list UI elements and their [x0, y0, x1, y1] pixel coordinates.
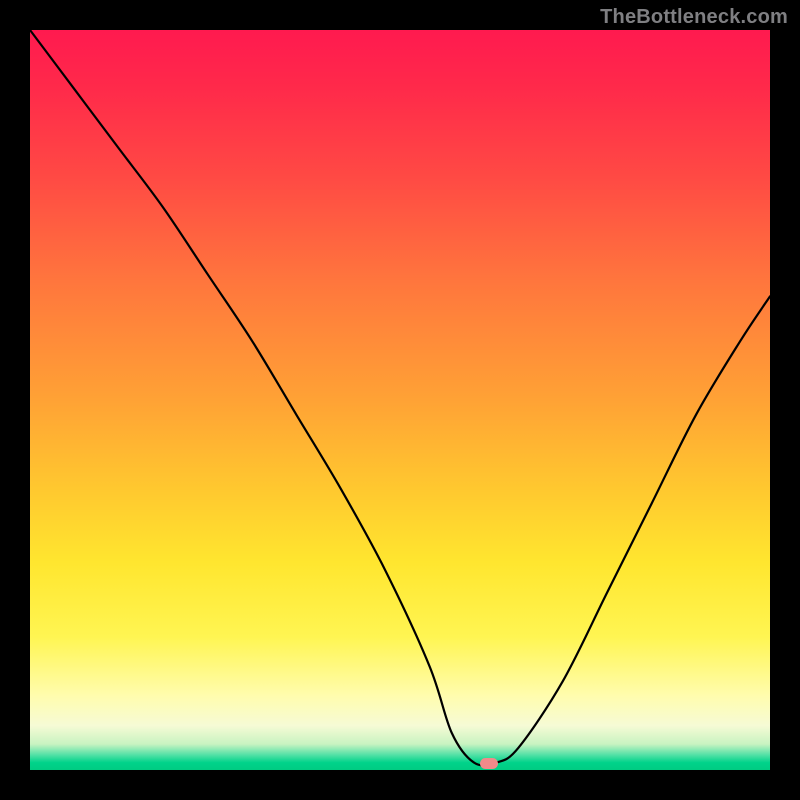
plot-area: [30, 30, 770, 770]
bottleneck-curve: [30, 30, 770, 770]
x-axis-strip: [30, 770, 770, 800]
chart-stage: TheBottleneck.com: [0, 0, 800, 800]
watermark-text: TheBottleneck.com: [600, 6, 788, 29]
optimal-marker: [480, 758, 498, 769]
